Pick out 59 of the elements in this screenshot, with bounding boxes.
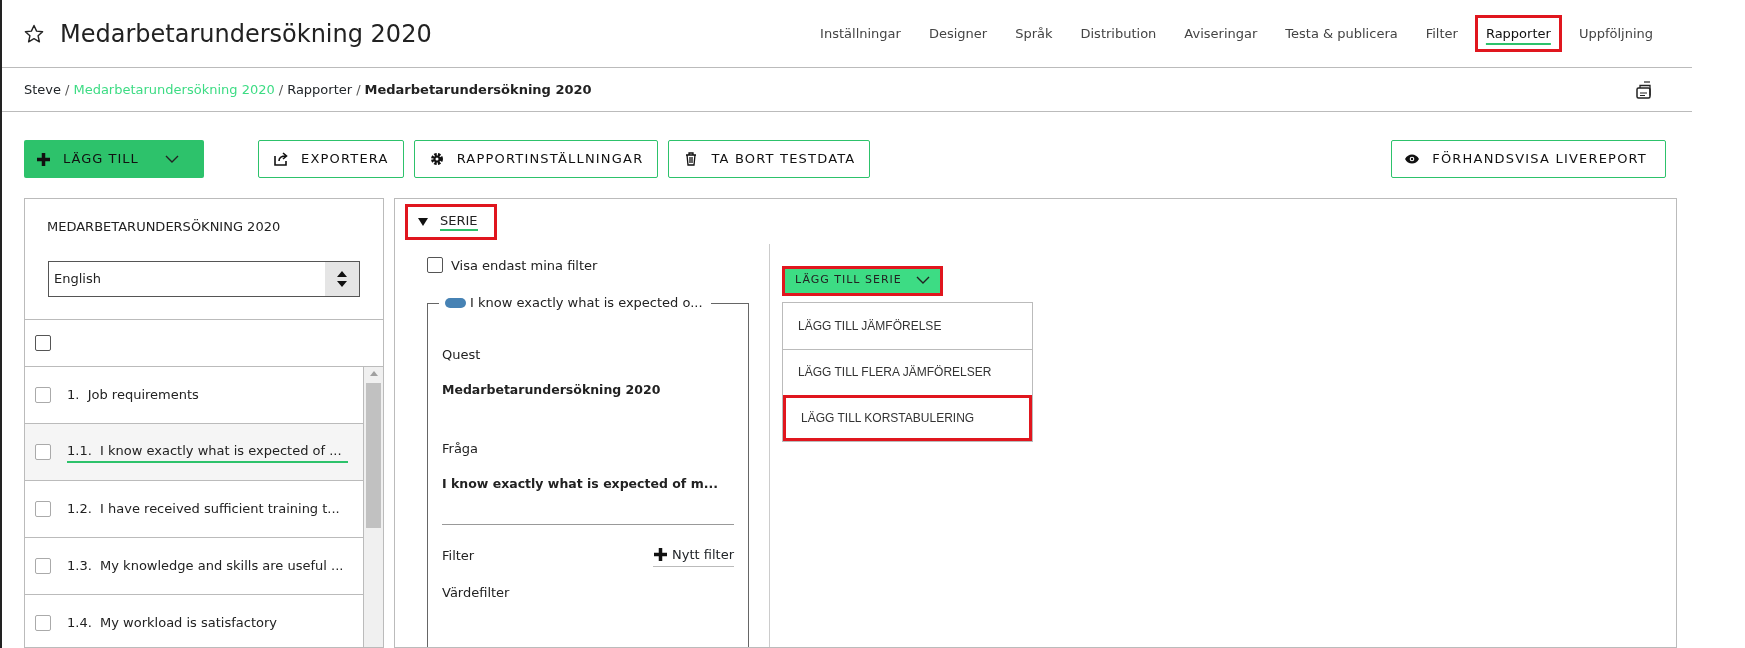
checkbox[interactable]	[35, 501, 51, 517]
breadcrumb-current: Medarbetarundersökning 2020	[364, 80, 592, 99]
field-value: I know exactly what is expected of m...	[442, 474, 719, 493]
add-button[interactable]: LÄGG TILL	[24, 140, 204, 178]
series-legend: I know exactly what is expected o...	[470, 293, 703, 313]
checkbox[interactable]	[35, 558, 51, 574]
nav-tab[interactable]: Testa & publicera	[1274, 14, 1409, 53]
checkbox[interactable]	[427, 257, 443, 274]
checkbox-label: Visa endast mina filter	[451, 256, 598, 275]
nav-tab[interactable]: Rapporter	[1474, 14, 1562, 53]
survey-title: MEDARBETARUNDERSÖKNING 2020	[46, 218, 282, 236]
breadcrumb-link[interactable]: Rapporter	[287, 79, 353, 100]
nav-tab[interactable]: Uppföljning	[1567, 14, 1664, 53]
field-label: Värdefilter	[442, 584, 511, 603]
toggle-icon[interactable]	[445, 298, 466, 309]
scroll-up-icon[interactable]	[368, 370, 379, 377]
scrollbar[interactable]	[364, 367, 383, 647]
page-title: Medarbetarundersökning 2020	[60, 18, 432, 50]
checkbox[interactable]	[35, 615, 51, 631]
preview-button[interactable]: FÖRHANDSVISA LIVEREPORT	[1391, 140, 1666, 178]
question-item[interactable]: 1.3. My knowledge and skills are useful ...	[25, 538, 364, 595]
eye-icon	[1404, 153, 1421, 165]
add-series-button[interactable]: LÄGG TILL SERIE	[782, 265, 943, 296]
chevron-down-icon	[164, 154, 179, 164]
menu-item[interactable]: LÄGG TILL KORSTABULERING	[783, 394, 1032, 441]
gear-icon	[428, 151, 445, 167]
nav-tab[interactable]: Filter	[1414, 14, 1469, 53]
language-select[interactable]: English	[48, 261, 360, 297]
question-item[interactable]: 1.1. I know exactly what is expected of ...	[25, 424, 364, 481]
chevron-down-icon	[915, 276, 930, 286]
new-filter-link[interactable]: Nytt filter	[653, 544, 734, 568]
checkbox[interactable]	[35, 444, 51, 460]
star-icon[interactable]	[24, 23, 44, 44]
nav-tab[interactable]: Designer	[917, 14, 999, 53]
menu-item[interactable]: LÄGG TILL FLERA JÄMFÖRELSER	[783, 348, 1032, 395]
select-all-checkbox[interactable]	[35, 335, 51, 351]
separator: /	[278, 80, 284, 99]
nav-tab[interactable]: Aviseringar	[1173, 14, 1269, 53]
menu-item[interactable]: LÄGG TILL JÄMFÖRELSE	[783, 302, 1032, 349]
nav-tab[interactable]: Distribution	[1069, 14, 1168, 53]
toolbar-button[interactable]: EXPORTERA	[258, 140, 404, 178]
plus-icon	[653, 546, 668, 562]
share-icon	[273, 151, 289, 167]
plus-icon	[36, 151, 51, 167]
breadcrumb-link[interactable]: Steve	[24, 79, 62, 100]
toolbar-button[interactable]: RAPPORTINSTÄLLNINGAR	[413, 140, 659, 178]
field-label: Fråga	[442, 440, 480, 459]
field-value: Medarbetarundersökning 2020	[442, 380, 662, 399]
field-label: Filter	[442, 547, 475, 566]
checkbox[interactable]	[35, 387, 51, 403]
nav-tab[interactable]: Inställningar	[809, 14, 912, 53]
caret-icon	[418, 216, 428, 227]
separator: /	[65, 80, 70, 99]
nav-tab[interactable]: Språk	[1004, 14, 1064, 53]
series-toggle[interactable]: SERIE	[405, 204, 497, 240]
field-label: Quest	[442, 346, 482, 365]
question-item[interactable]: 1.2. I have received sufficient training t...	[25, 481, 364, 538]
toolbar-button[interactable]: TA BORT TESTDATA	[668, 140, 871, 178]
separator: /	[356, 80, 361, 99]
